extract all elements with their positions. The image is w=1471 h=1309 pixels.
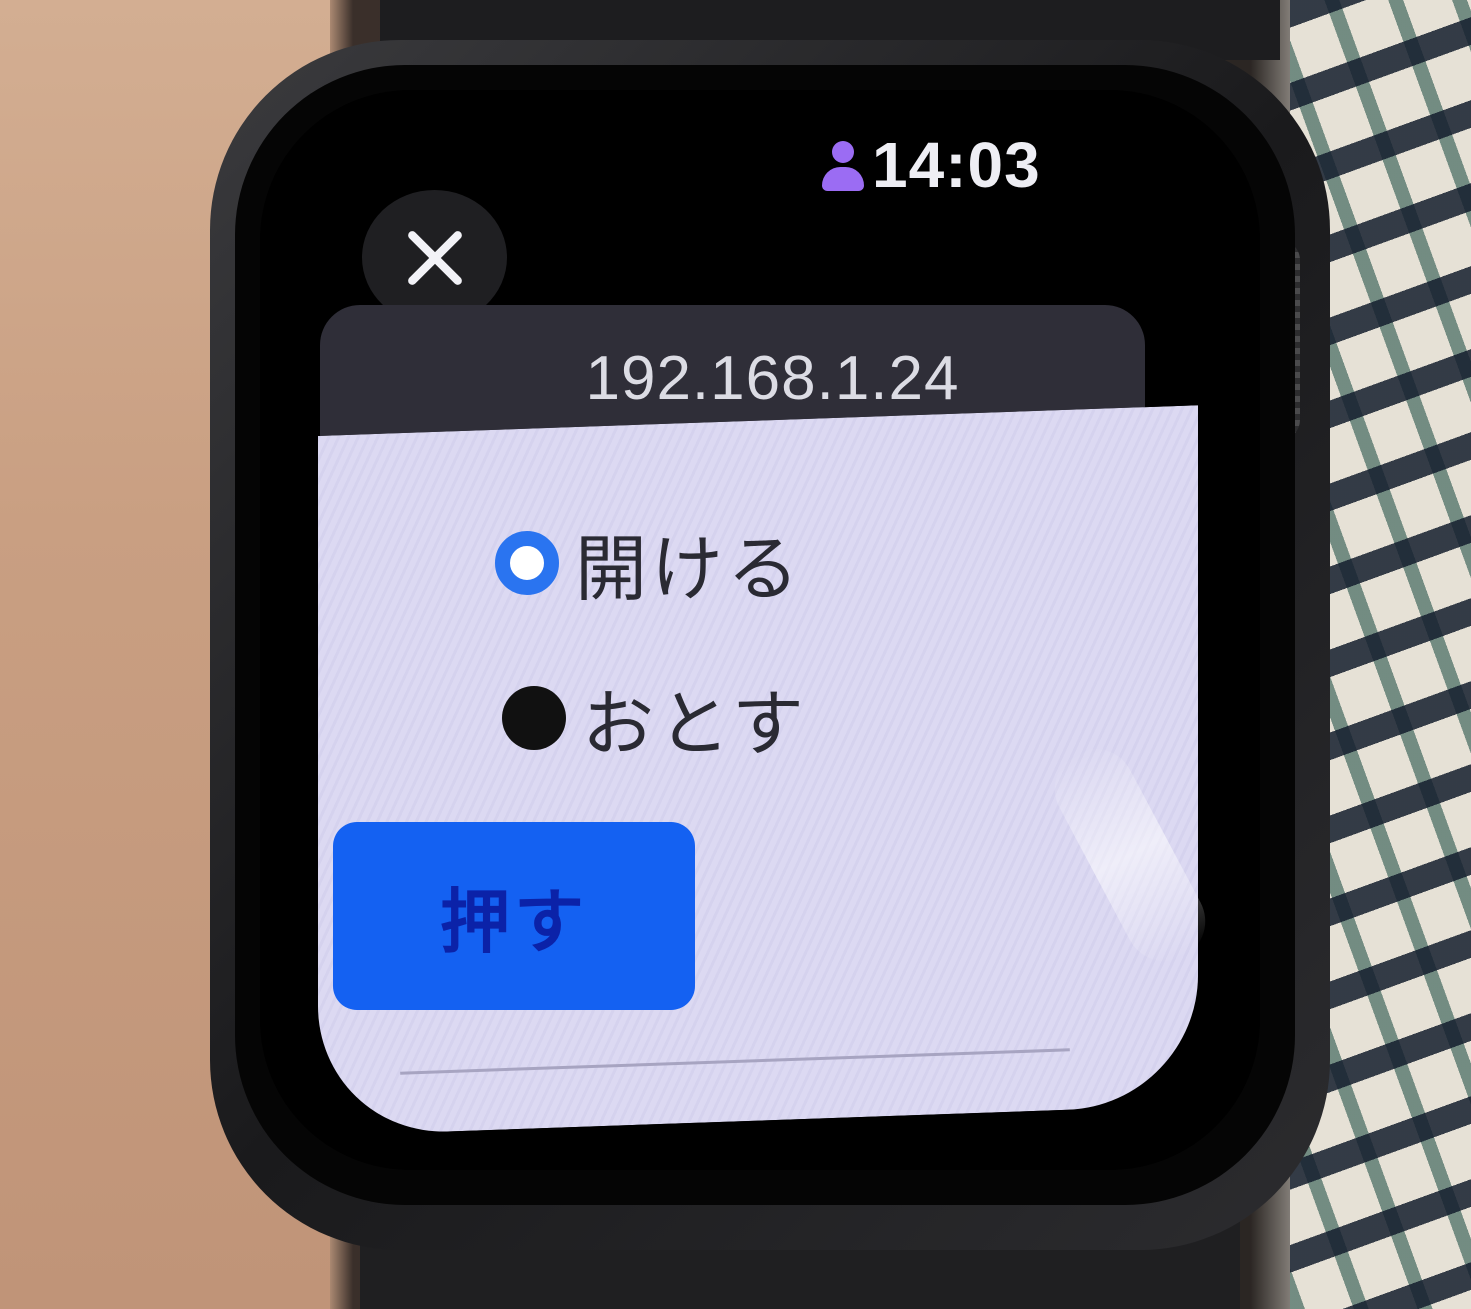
radio-option-open[interactable]: 開ける — [495, 510, 803, 615]
radio-label-drop: おとす — [582, 682, 808, 766]
radio-selected-icon[interactable] — [495, 530, 559, 595]
radio-unselected-icon[interactable] — [502, 685, 566, 750]
push-button[interactable]: 押す — [333, 822, 695, 1010]
close-icon — [407, 230, 462, 285]
radio-label-open: 開ける — [575, 527, 804, 611]
person-icon — [820, 137, 866, 193]
status-bar: 14:03 — [820, 125, 1041, 205]
url-text: 192.168.1.24 — [585, 344, 960, 413]
push-button-label: 押す — [440, 880, 588, 963]
clock-time: 14:03 — [872, 129, 1041, 201]
radio-option-drop[interactable]: おとす — [502, 665, 808, 770]
